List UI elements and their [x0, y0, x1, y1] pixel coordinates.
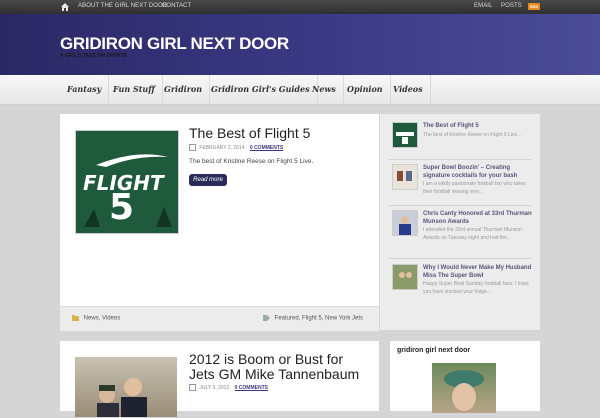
- nav-item-news[interactable]: News: [305, 75, 344, 104]
- post-title-line2[interactable]: Jets GM Mike Tannenbaum: [189, 366, 359, 382]
- calendar-icon: [189, 144, 196, 151]
- post-date: FEBRUARY 2, 2014: [199, 144, 245, 151]
- post-meta: JULY 3, 2012 0 COMMENTS: [189, 384, 268, 391]
- sidebar-thumb[interactable]: [392, 264, 418, 290]
- sidebar-thumb[interactable]: [392, 122, 418, 148]
- comments-link[interactable]: 0 COMMENTS: [235, 385, 268, 391]
- sidebar-recent-posts: The Best of Flight 5 The best of Kristin…: [380, 114, 540, 330]
- widget-title: gridiron girl next door: [397, 347, 471, 354]
- top-link-email[interactable]: EMAIL: [474, 3, 493, 9]
- thumb-five-text: 5: [109, 187, 135, 228]
- thumb-graphic: [399, 272, 412, 278]
- sidebar-post-title[interactable]: Why I Would Never Make My Husband Miss T…: [423, 264, 535, 280]
- nav-item-videos[interactable]: Videos: [386, 75, 431, 104]
- divider: [388, 258, 532, 259]
- site-header: GRIDIRON GIRL NEXT DOOR A GIRL'S TAKE ON…: [0, 14, 600, 75]
- post-thumbnail[interactable]: FLIGHT 5: [75, 130, 179, 234]
- sidebar-post-excerpt: Happy Super Bowl Sunday, football fans. …: [423, 281, 529, 295]
- thumb-graphic: [396, 132, 414, 144]
- post-card: FLIGHT 5 The Best of Flight 5 FEBRUARY 2…: [60, 114, 379, 331]
- top-link-about[interactable]: ABOUT THE GIRL NEXT DOOR: [78, 3, 167, 9]
- read-more-button[interactable]: Read more: [189, 174, 227, 186]
- sidebar-post-excerpt: I attended the 33rd annual Thurman Munso…: [423, 227, 522, 241]
- post-excerpt: The best of Kristine Reese on Flight 5 L…: [189, 158, 314, 165]
- top-bar: ABOUT THE GIRL NEXT DOOR CONTACT EMAIL P…: [0, 0, 600, 14]
- divider: [388, 205, 532, 206]
- photo-person: [444, 370, 484, 411]
- top-link-posts[interactable]: POSTS: [501, 3, 522, 9]
- nav-item-fantasy[interactable]: Fantasy: [60, 75, 110, 104]
- home-icon[interactable]: [60, 2, 70, 12]
- tag-icon: [263, 315, 270, 321]
- folder-icon: [72, 315, 79, 321]
- post-date: JULY 3, 2012: [199, 384, 230, 391]
- comments-link[interactable]: 0 COMMENTS: [250, 145, 283, 151]
- nav-item-fun-stuff[interactable]: Fun Stuff: [106, 75, 163, 104]
- sidebar-post[interactable]: Why I Would Never Make My Husband Miss T…: [392, 264, 532, 304]
- thumb-graphic: [399, 216, 411, 235]
- sidebar-post-excerpt: The best of Kristine Reese on Flight 5 L…: [423, 132, 522, 138]
- sidebar-post[interactable]: Super Bowl Boozin' – Creating signature …: [392, 164, 532, 204]
- tags-text[interactable]: Featured, Flight 5, New York Jets: [275, 316, 363, 322]
- thumb-graphic: [397, 171, 412, 181]
- post-footer: News, Videos Featured, Flight 5, New Yor…: [60, 306, 379, 331]
- widget-photo[interactable]: [432, 363, 496, 413]
- sidebar-post-title[interactable]: The Best of Flight 5: [423, 122, 535, 130]
- sidebar-post-excerpt: I am a wildly passionate football fan wh…: [423, 181, 526, 195]
- sidebar-thumb[interactable]: [392, 164, 418, 190]
- post-categories: News, Videos: [72, 315, 120, 322]
- main-nav: Fantasy Fun Stuff Gridiron Gridiron Girl…: [0, 75, 600, 105]
- post-tags: Featured, Flight 5, New York Jets: [263, 315, 363, 322]
- sidebar-post[interactable]: Chris Canty Honored at 33rd Thurman Muns…: [392, 210, 532, 250]
- sidebar-thumb[interactable]: [392, 210, 418, 236]
- divider: [388, 159, 532, 160]
- photo-people: [97, 378, 147, 417]
- site-title[interactable]: GRIDIRON GIRL NEXT DOOR: [60, 34, 289, 54]
- sidebar-post-title[interactable]: Super Bowl Boozin' – Creating signature …: [423, 164, 535, 180]
- nav-item-gridiron[interactable]: Gridiron: [157, 75, 211, 104]
- top-link-contact[interactable]: CONTACT: [162, 3, 191, 9]
- calendar-icon: [189, 384, 196, 391]
- post-thumbnail[interactable]: [75, 357, 177, 417]
- post-title-line1[interactable]: 2012 is Boom or Bust for: [189, 351, 343, 367]
- post-title[interactable]: The Best of Flight 5: [189, 125, 310, 141]
- post-meta: FEBRUARY 2, 2014 0 COMMENTS: [189, 144, 283, 151]
- site-tagline: A GIRL'S TAKE ON SPORTS: [60, 53, 127, 59]
- nav-item-guides[interactable]: Gridiron Girl's Guides: [204, 75, 318, 104]
- sidebar-post[interactable]: The Best of Flight 5 The best of Kristin…: [392, 122, 532, 162]
- nav-item-opinion[interactable]: Opinion: [340, 75, 391, 104]
- post-card: 2012 is Boom or Bust for Jets GM Mike Ta…: [60, 341, 379, 417]
- rss-icon[interactable]: RSS: [528, 3, 540, 10]
- sidebar-post-title[interactable]: Chris Canty Honored at 33rd Thurman Muns…: [423, 210, 535, 226]
- sidebar-widget: gridiron girl next door: [390, 341, 540, 413]
- categories-text[interactable]: News, Videos: [84, 316, 121, 322]
